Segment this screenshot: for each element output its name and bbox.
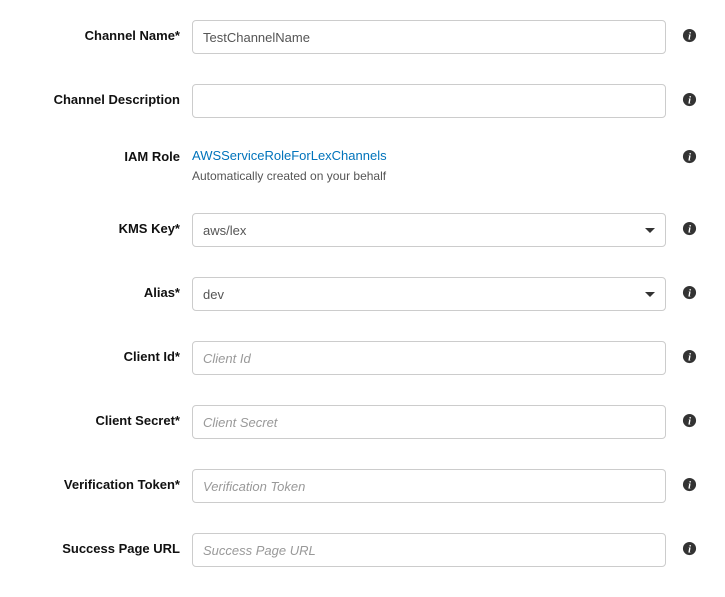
svg-text:i: i xyxy=(688,288,691,299)
label-client-id: Client Id* xyxy=(25,341,180,364)
row-success-page-url: Success Page URL i xyxy=(25,533,700,567)
input-client-id[interactable] xyxy=(192,341,666,375)
svg-text:i: i xyxy=(688,480,691,491)
row-kms-key: KMS Key* aws/lex i xyxy=(25,213,700,247)
label-success-page-url: Success Page URL xyxy=(25,533,180,556)
row-channel-name: Channel Name* i xyxy=(25,20,700,54)
input-success-page-url[interactable] xyxy=(192,533,666,567)
select-alias-value: dev xyxy=(203,287,224,302)
select-kms-key[interactable]: aws/lex xyxy=(192,213,666,247)
info-icon[interactable]: i xyxy=(682,413,697,428)
info-icon[interactable]: i xyxy=(682,221,697,236)
info-icon[interactable]: i xyxy=(682,349,697,364)
row-verification-token: Verification Token* i xyxy=(25,469,700,503)
label-verification-token: Verification Token* xyxy=(25,469,180,492)
select-alias[interactable]: dev xyxy=(192,277,666,311)
svg-text:i: i xyxy=(688,416,691,427)
label-kms-key: KMS Key* xyxy=(25,213,180,236)
helper-iam-role: Automatically created on your behalf xyxy=(192,169,666,183)
row-iam-role: IAM Role AWSServiceRoleForLexChannels Au… xyxy=(25,148,700,183)
info-icon[interactable]: i xyxy=(682,285,697,300)
label-channel-name: Channel Name* xyxy=(25,20,180,43)
label-alias: Alias* xyxy=(25,277,180,300)
input-verification-token[interactable] xyxy=(192,469,666,503)
label-channel-description: Channel Description xyxy=(25,84,180,107)
info-icon[interactable]: i xyxy=(682,92,697,107)
input-client-secret[interactable] xyxy=(192,405,666,439)
label-iam-role: IAM Role xyxy=(25,148,180,164)
row-client-id: Client Id* i xyxy=(25,341,700,375)
label-client-secret: Client Secret* xyxy=(25,405,180,428)
select-kms-key-value: aws/lex xyxy=(203,223,246,238)
svg-text:i: i xyxy=(688,95,691,106)
caret-down-icon xyxy=(645,228,655,233)
svg-text:i: i xyxy=(688,152,691,163)
svg-text:i: i xyxy=(688,31,691,42)
input-channel-name[interactable] xyxy=(192,20,666,54)
row-client-secret: Client Secret* i xyxy=(25,405,700,439)
svg-text:i: i xyxy=(688,544,691,555)
input-channel-description[interactable] xyxy=(192,84,666,118)
svg-text:i: i xyxy=(688,224,691,235)
caret-down-icon xyxy=(645,292,655,297)
link-iam-role[interactable]: AWSServiceRoleForLexChannels xyxy=(192,148,387,163)
info-icon[interactable]: i xyxy=(682,477,697,492)
row-channel-description: Channel Description i xyxy=(25,84,700,118)
svg-text:i: i xyxy=(688,352,691,363)
info-icon[interactable]: i xyxy=(682,541,697,556)
info-icon[interactable]: i xyxy=(682,28,697,43)
info-icon[interactable]: i xyxy=(682,149,697,164)
row-alias: Alias* dev i xyxy=(25,277,700,311)
